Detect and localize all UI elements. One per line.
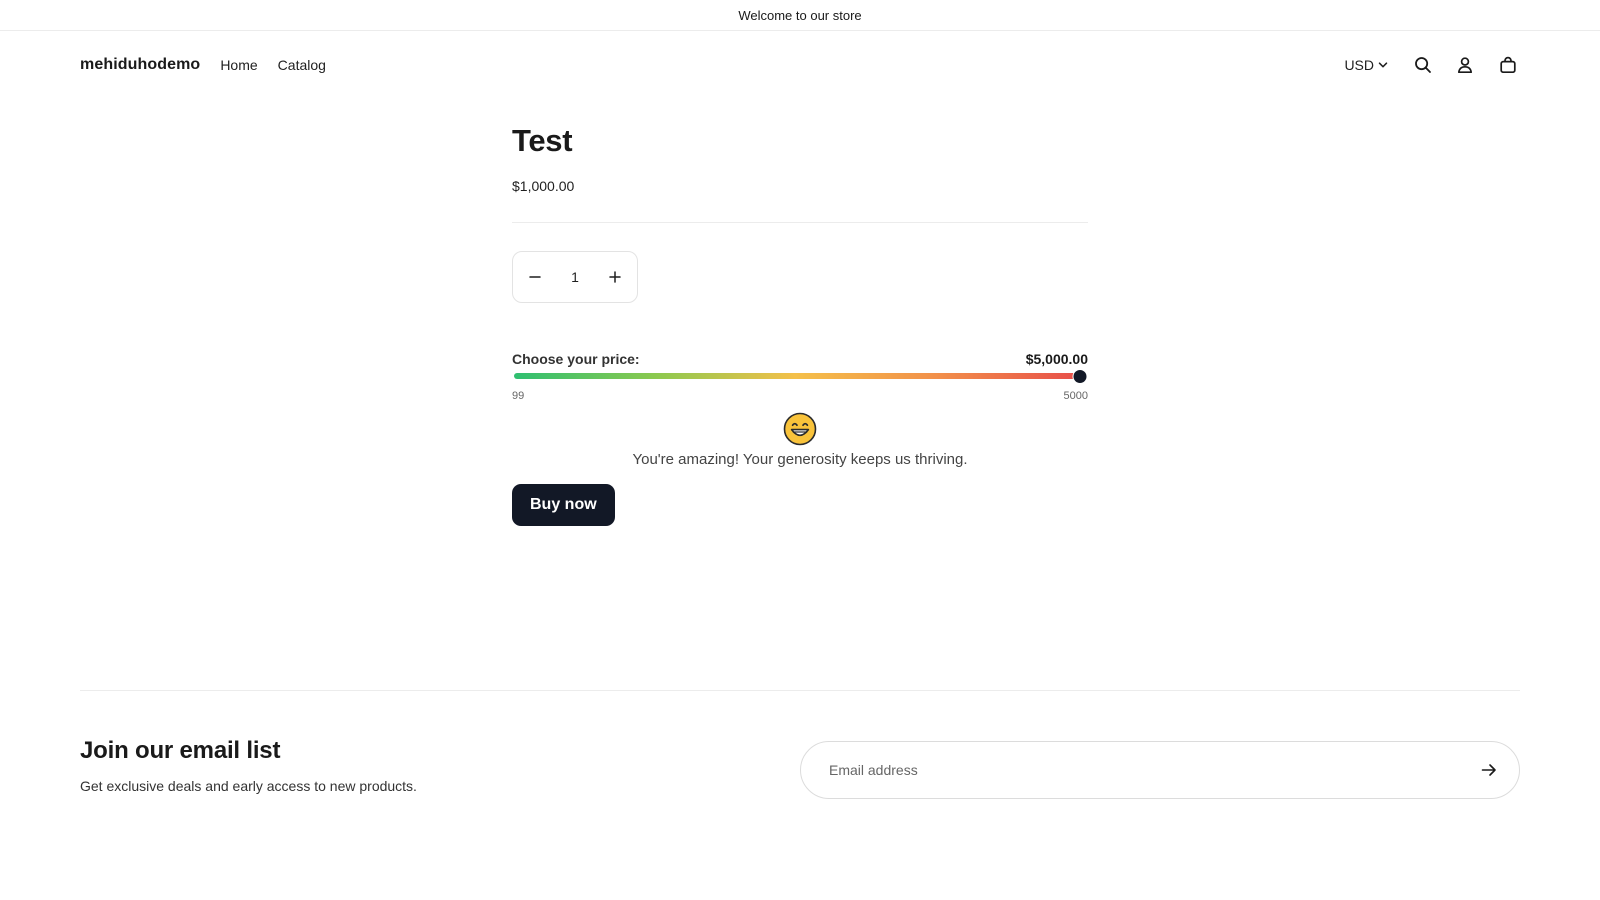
cart-icon [1500,56,1516,74]
pay-what-you-want: Choose your price: $5,000.00 99 5000 You… [512,351,1088,468]
announcement-bar: Welcome to our store [0,0,1600,31]
price-chooser-label: Choose your price: [512,351,640,367]
product-price: $1,000.00 [512,178,575,194]
announcement-text: Welcome to our store [738,7,862,23]
divider [512,222,1088,223]
quantity-stepper [512,251,638,303]
arrow-right-icon [1481,764,1496,776]
quantity-decrease-button[interactable] [527,269,543,285]
price-slider[interactable] [512,368,1088,386]
search-button[interactable] [1411,53,1435,77]
account-button[interactable] [1453,53,1477,77]
quantity-input[interactable] [555,269,595,285]
chevron-down-icon [1378,62,1388,68]
price-min: 99 [512,390,525,402]
header-actions: USD [1344,53,1520,77]
nav-catalog[interactable]: Catalog [278,57,326,73]
price-slider-track [514,373,1076,379]
currency-label: USD [1344,57,1374,73]
price-chooser-header: Choose your price: $5,000.00 [512,351,1088,367]
price-slider-thumb[interactable] [1072,369,1088,384]
price-range: 99 5000 [512,390,1088,402]
plus-icon [609,271,621,283]
email-signup-form [800,741,1520,799]
grinning-face-icon [783,412,817,446]
site-header: mehiduhodemo Home Catalog USD [0,31,1600,99]
email-input[interactable] [829,762,1477,778]
cart-button[interactable] [1496,53,1520,77]
minus-icon [529,276,541,278]
selected-price: $5,000.00 [1025,351,1088,367]
search-icon [1415,57,1431,73]
footer-divider [80,690,1520,691]
account-icon [1457,57,1473,74]
nav-home[interactable]: Home [220,57,257,73]
quantity-increase-button[interactable] [607,269,623,285]
email-submit-button[interactable] [1477,758,1501,782]
newsletter-title: Join our email list [80,737,281,764]
store-logo[interactable]: mehiduhodemo [80,56,200,74]
product-info: Test $1,000.00 Choose your price: $5,000… [512,99,1088,526]
product-title: Test [512,123,573,158]
price-max: 5000 [1063,390,1088,402]
mood-emoji [512,412,1088,446]
main-nav: Home Catalog [220,57,326,73]
currency-selector[interactable]: USD [1344,57,1389,73]
newsletter-section: Join our email list Get exclusive deals … [80,737,417,794]
newsletter-subtitle: Get exclusive deals and early access to … [80,778,417,794]
price-message: You're amazing! Your generosity keeps us… [632,451,968,468]
buy-now-button[interactable]: Buy now [512,484,615,526]
